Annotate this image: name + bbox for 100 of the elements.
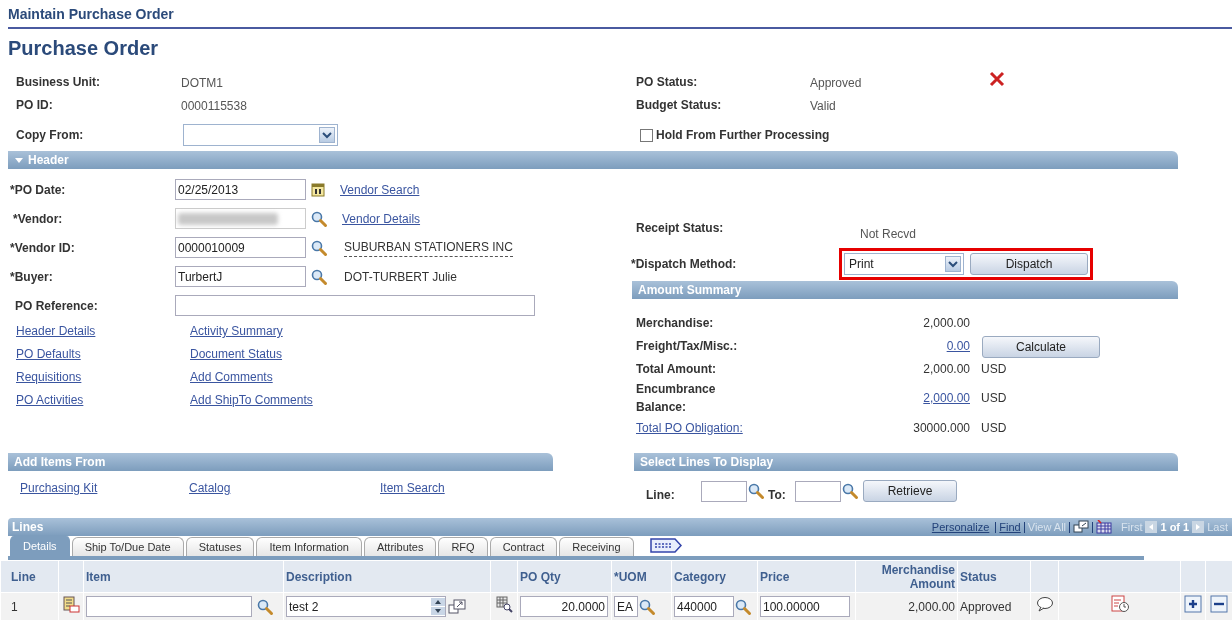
vendor-name: DOT-TURBERT Julie <box>344 268 457 286</box>
search-icon[interactable] <box>734 597 752 616</box>
link[interactable]: Header Details <box>16 324 96 338</box>
button[interactable]: Dispatch <box>970 253 1088 275</box>
tab[interactable]: Receiving <box>559 537 634 556</box>
link[interactable]: Item Search <box>380 481 445 495</box>
column-header: Price <box>760 569 790 584</box>
currency-code: USD <box>981 360 1007 378</box>
link[interactable]: PO Activities <box>16 393 84 407</box>
link[interactable]: Vendor Search <box>340 180 420 199</box>
section-header: Amount Summary <box>632 281 1178 299</box>
tab[interactable]: Statuses <box>185 537 255 556</box>
tab[interactable]: Contract <box>489 537 558 556</box>
column-header: Item <box>86 569 111 584</box>
search-icon[interactable] <box>747 482 765 500</box>
delete-row-icon[interactable] <box>1210 595 1228 613</box>
field-label: To: <box>767 487 787 504</box>
grid-title: Lines <box>12 519 44 536</box>
section-header: Select Lines To Display <box>634 453 1178 471</box>
input-field[interactable]: 20.0000 <box>520 596 608 617</box>
column-header: Description <box>286 569 352 584</box>
input-field[interactable] <box>86 596 252 617</box>
table-cell: 1 <box>11 599 18 614</box>
link[interactable]: Add ShipTo Comments <box>190 393 313 407</box>
calendar-icon[interactable] <box>310 181 326 198</box>
field-label: PO ID: <box>16 97 54 114</box>
input-field[interactable]: EA <box>614 596 638 617</box>
search-icon[interactable] <box>638 597 656 616</box>
field-label: Total Amount: <box>636 360 717 378</box>
field-value: DOTM1 <box>181 75 223 92</box>
field-label: PO Status: <box>636 74 699 91</box>
show-all-columns-icon[interactable] <box>649 537 682 554</box>
close-icon[interactable] <box>989 71 1005 87</box>
tab[interactable]: Attributes <box>363 537 437 556</box>
section-header: Header <box>8 151 1178 169</box>
link[interactable]: Activity Summary <box>190 324 283 338</box>
previous-icon <box>1145 521 1158 533</box>
input-field[interactable]: 440000 <box>674 596 734 617</box>
zoom-grid-icon[interactable] <box>1073 520 1090 534</box>
link[interactable]: Add Comments <box>190 370 273 384</box>
input-field[interactable]: TurbertJ <box>175 266 306 287</box>
field-value: Valid <box>810 98 836 115</box>
dropdown[interactable]: Print <box>844 253 964 275</box>
tab[interactable]: RFQ <box>438 537 488 556</box>
schedule-lookup-icon[interactable] <box>495 595 513 613</box>
tab[interactable]: Ship To/Due Date <box>71 537 184 556</box>
expand-text-icon[interactable] <box>448 598 466 615</box>
expand-icon[interactable] <box>14 155 24 165</box>
search-icon[interactable] <box>256 597 274 616</box>
input-field[interactable] <box>701 480 747 502</box>
field-label: *Dispatch Method: <box>631 256 738 273</box>
table-cell: Approved <box>960 599 1012 614</box>
search-icon[interactable] <box>841 482 859 500</box>
column-header: Status <box>960 569 997 584</box>
link[interactable]: PO Defaults <box>16 347 81 361</box>
link[interactable]: Total PO Obligation: <box>636 420 743 435</box>
input-field[interactable]: 02/25/2013 <box>175 179 306 200</box>
checkbox[interactable] <box>640 128 653 142</box>
field-label: Copy From: <box>16 127 85 144</box>
link[interactable]: Vendor Details <box>342 209 421 228</box>
field-label: Freight/Tax/Misc.: <box>636 337 739 355</box>
schedule-icon[interactable] <box>1109 594 1130 614</box>
search-icon[interactable] <box>310 209 328 228</box>
link[interactable]: Catalog <box>189 481 231 495</box>
input-field[interactable]: 0000010009 <box>175 237 306 258</box>
search-icon[interactable] <box>310 238 328 257</box>
currency-code: USD <box>981 390 1007 407</box>
input-field[interactable]: 100.00000 <box>760 596 850 617</box>
column-header: Category <box>674 569 726 584</box>
document-icon[interactable] <box>62 595 80 613</box>
input-field[interactable] <box>175 208 306 229</box>
section-header: Add Items From <box>8 453 553 471</box>
link[interactable]: Document Status <box>190 347 283 361</box>
button[interactable]: Retrieve <box>863 480 957 502</box>
next-icon <box>1192 521 1205 533</box>
spinner-icon[interactable] <box>431 598 445 615</box>
tab[interactable]: Item Information <box>256 537 362 556</box>
table-cell: 2,000.00 <box>908 599 955 614</box>
breadcrumb-title: Maintain Purchase Order <box>8 0 1232 29</box>
column-header: Merchandise Amount <box>881 562 955 591</box>
field-label: Encumbrance Balance: <box>636 381 717 416</box>
input-field[interactable] <box>795 480 841 502</box>
field-label: Line: <box>646 487 676 504</box>
currency-code: USD <box>981 419 1007 437</box>
input-field[interactable]: test 2 <box>286 596 446 617</box>
link[interactable]: Purchasing Kit <box>20 481 98 495</box>
link[interactable]: Personalize <box>931 518 990 536</box>
field-label: Business Unit: <box>16 74 101 91</box>
field-label: *Buyer: <box>9 268 54 286</box>
spreadsheet-icon[interactable] <box>1096 520 1113 534</box>
search-icon[interactable] <box>310 267 328 286</box>
link[interactable]: Find <box>999 518 1021 536</box>
button[interactable]: Calculate <box>982 336 1100 358</box>
link[interactable]: 2,000.00 <box>923 391 970 405</box>
link[interactable]: 0.00 <box>946 338 970 353</box>
input-field[interactable] <box>175 295 535 316</box>
amount-value: 2,000.00 <box>923 315 970 330</box>
add-row-icon[interactable] <box>1184 595 1202 613</box>
comment-icon[interactable] <box>1035 596 1054 612</box>
link[interactable]: Requisitions <box>16 370 82 384</box>
